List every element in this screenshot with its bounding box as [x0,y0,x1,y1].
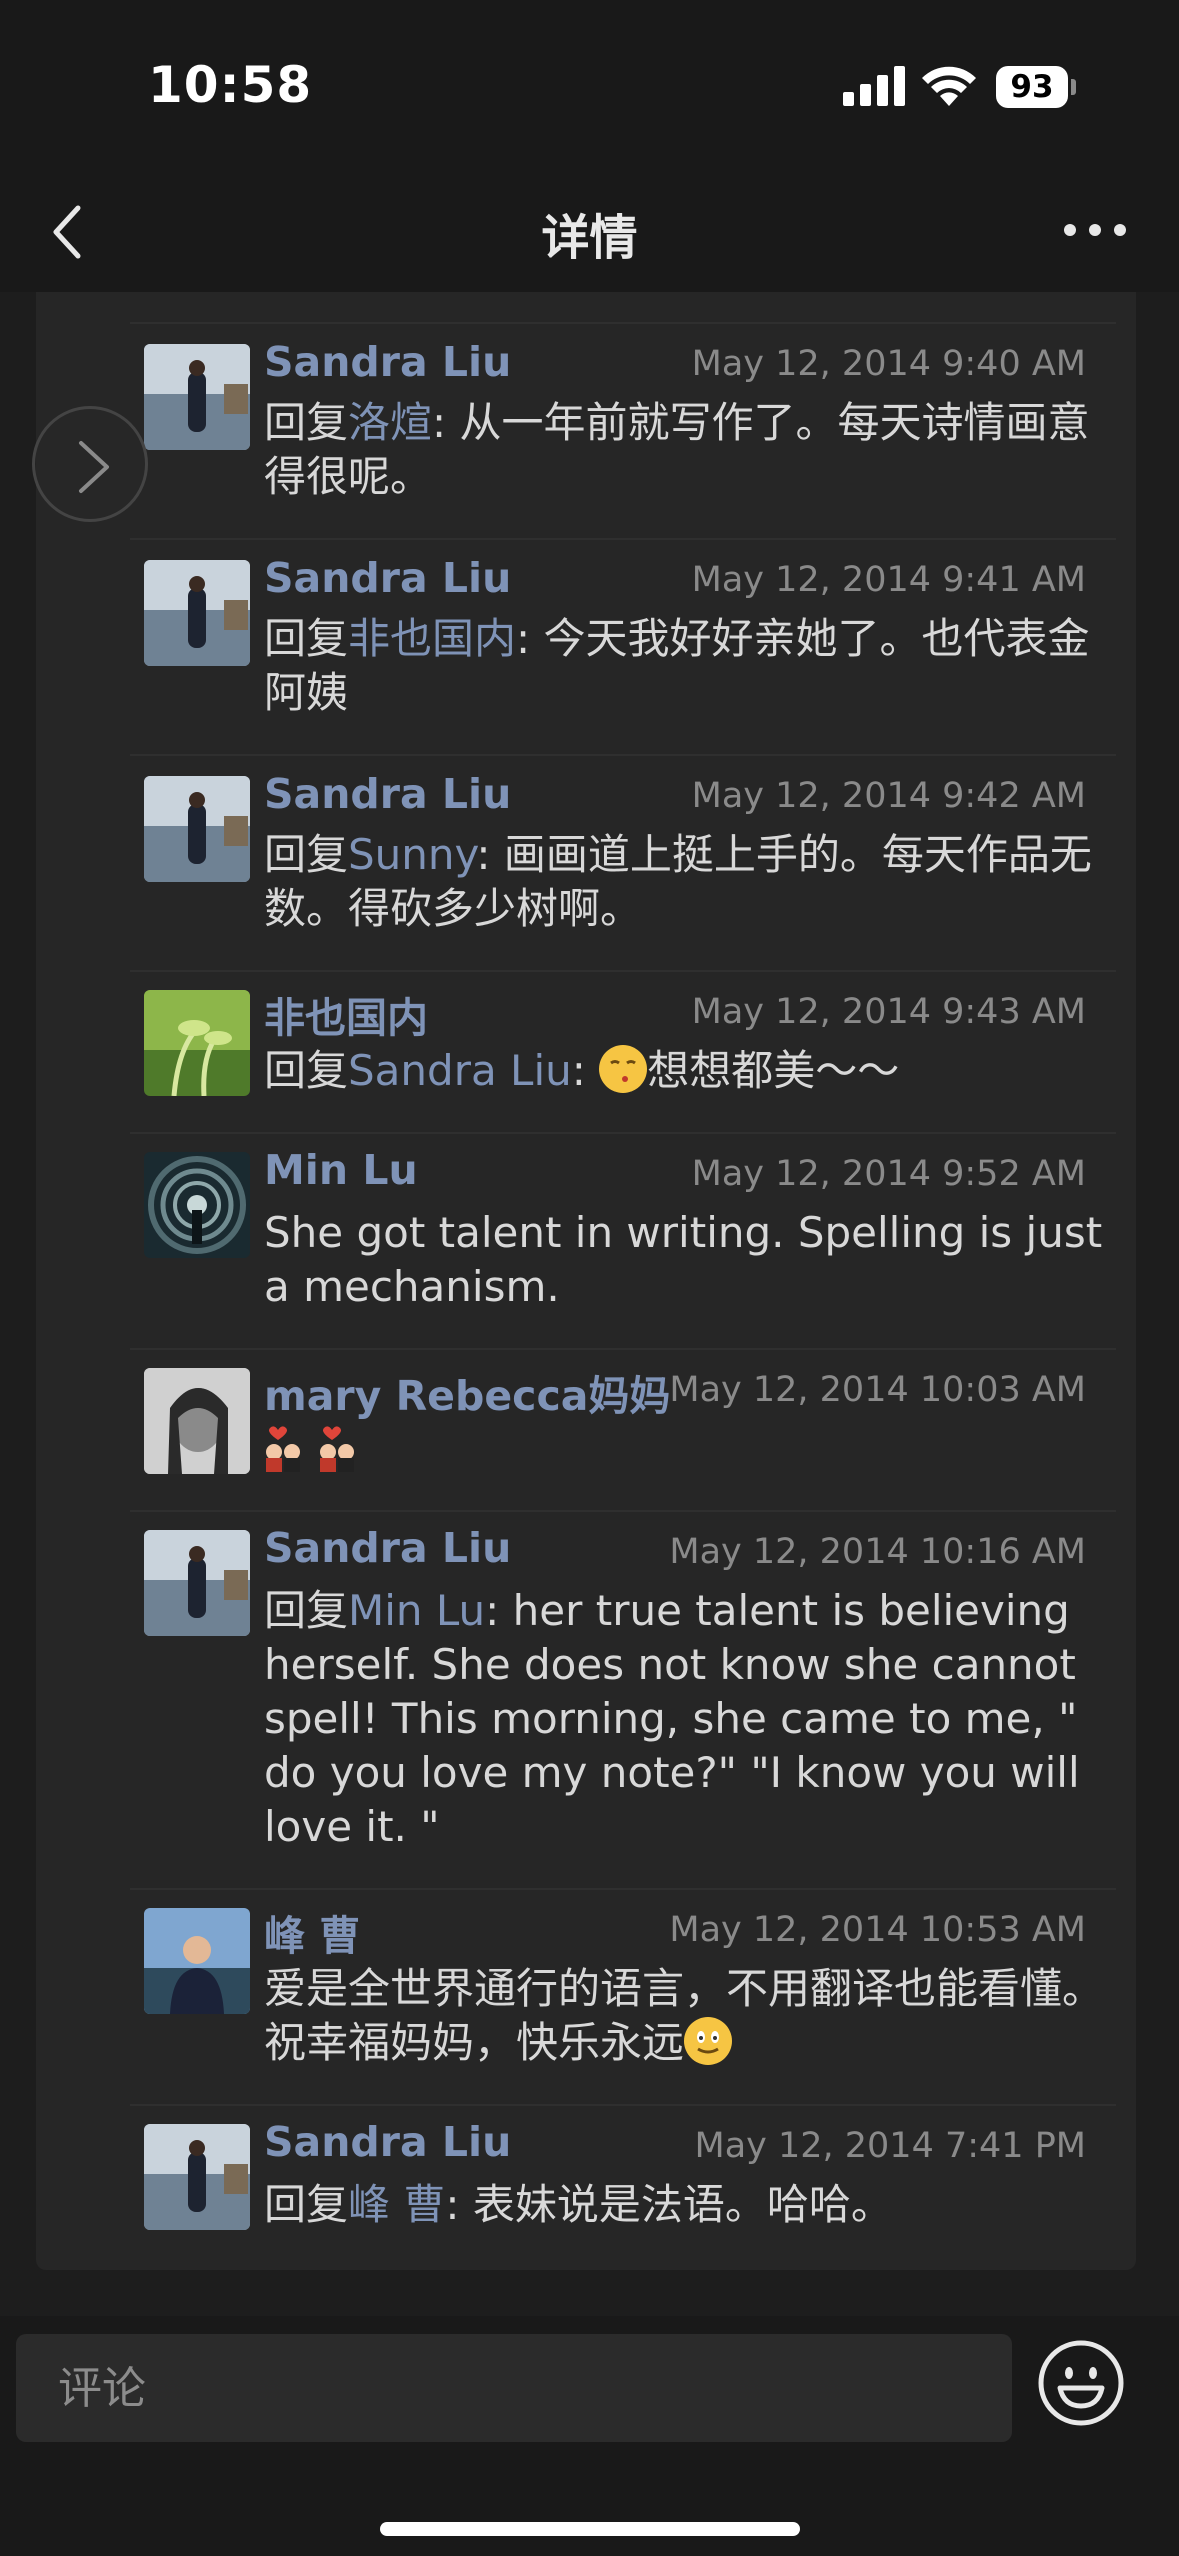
mention-link[interactable]: 洛煊 [348,398,432,447]
avatar-sprout[interactable] [144,990,250,1096]
more-options-icon[interactable] [1060,210,1130,250]
mention-link[interactable]: Sunny [348,830,476,879]
reply-prefix: 回复 [264,1586,349,1635]
reply-prefix: 回复 [264,398,349,447]
comment-author[interactable]: Sandra Liu [264,2118,511,2166]
comment-author[interactable]: 非也国内 [264,984,428,1044]
home-indicator [380,2522,800,2536]
comment-text: 回复峰 曹: 表妹说是法语。哈哈。 [264,2178,1116,2232]
battery-level: 93 [996,66,1068,108]
reply-prefix: 回复 [264,614,349,663]
battery-indicator: 93 [996,66,1076,108]
status-time: 10:58 [148,56,313,114]
comment-author[interactable]: Sandra Liu [264,1524,511,1572]
avatar-sandra[interactable] [144,344,250,450]
avatar-sandra[interactable] [144,776,250,882]
comment-text: 爱是全世界通行的语言，不用翻译也能看懂。祝幸福妈妈，快乐永远 [264,1962,1116,2070]
comment-item[interactable]: Sandra Liu May 12, 2014 9:40 AM 回复洛煊: 从一… [130,322,1116,538]
emoji-icon[interactable] [1036,2338,1126,2428]
comment-author[interactable]: Sandra Liu [264,554,511,602]
comment-item[interactable]: Sandra Liu May 12, 2014 9:42 AM 回复Sunny:… [130,754,1116,970]
expand-arrow-button[interactable] [32,406,148,522]
comment-time: May 12, 2014 9:42 AM [691,776,1086,816]
page-title: 详情 [541,210,638,266]
nav-bar: 详情 [0,170,1179,292]
mention-link[interactable]: 非也国内 [348,614,516,663]
mention-link[interactable]: 峰 曹 [348,2180,445,2229]
comment-author[interactable]: 峰 曹 [264,1902,360,1962]
reply-prefix: 回复 [264,830,349,879]
reply-prefix: 回复 [264,1046,349,1095]
comment-input-bar [0,2316,1179,2556]
comment-item[interactable]: 峰 曹 May 12, 2014 10:53 AM 爱是全世界通行的语言，不用翻… [130,1888,1116,2104]
comment-input[interactable] [16,2334,1012,2442]
comment-item[interactable]: mary Rebecca妈妈 May 12, 2014 10:03 AM [130,1348,1116,1510]
comment-time: May 12, 2014 9:40 AM [691,344,1086,384]
comment-text: 回复Sunny: 画画道上挺上手的。每天作品无数。得砍多少树啊。 [264,828,1116,936]
mention-link[interactable]: Sandra Liu [348,1046,572,1095]
comment-body: : 表妹说是法语。哈哈。 [445,2180,893,2229]
comment-time: May 12, 2014 9:41 AM [691,560,1086,600]
mention-link[interactable]: Min Lu [348,1586,485,1635]
comment-text: 回复Min Lu: her true talent is believing h… [264,1584,1116,1854]
kiss-emoji-icon [599,1045,648,1093]
comment-time: May 12, 2014 7:41 PM [694,2126,1087,2166]
comment-time: May 12, 2014 10:03 AM [669,1370,1086,1410]
comment-time: May 12, 2014 9:52 AM [691,1154,1086,1194]
avatar-sandra[interactable] [144,2124,250,2230]
comment-text: 回复非也国内: 今天我好好亲她了。也代表金阿姨 [264,612,1116,720]
status-bar: 10:58 93 [0,0,1179,170]
comment-author[interactable]: Min Lu [264,1146,418,1194]
comment-author[interactable]: mary Rebecca妈妈 [264,1362,670,1422]
couple-emoji-icon [264,1422,374,1472]
chevron-right-icon [79,441,109,493]
comment-time: May 12, 2014 10:53 AM [669,1910,1086,1950]
avatar-sandra[interactable] [144,560,250,666]
avatar-feng[interactable] [144,1908,250,2014]
comment-text: She got talent in writing. Spelling is j… [264,1208,1103,1311]
smile-emoji-icon [684,2017,733,2065]
comment-author[interactable]: Sandra Liu [264,770,511,818]
comment-text [264,1422,1116,1477]
comment-body-separator: : [571,1046,600,1095]
comment-author[interactable]: Sandra Liu [264,338,511,386]
comment-text: 回复洛煊: 从一年前就写作了。每天诗情画意得很呢。 [264,396,1116,504]
avatar-sandra[interactable] [144,1530,250,1636]
comment-time: May 12, 2014 9:43 AM [691,992,1086,1032]
comment-item[interactable]: 非也国内 May 12, 2014 9:43 AM 回复Sandra Liu: … [130,970,1116,1132]
comment-item[interactable]: Sandra Liu May 12, 2014 10:16 AM 回复Min L… [130,1510,1116,1888]
comment-time: May 12, 2014 10:16 AM [669,1532,1086,1572]
comment-feed[interactable]: Sandra Liu May 12, 2014 9:40 AM 回复洛煊: 从一… [0,292,1179,2316]
avatar-tunnel[interactable] [144,1152,250,1258]
reply-prefix: 回复 [264,2180,349,2229]
comment-text: 回复Sandra Liu: 想想都美～～ [264,1044,1116,1098]
wifi-icon [922,66,976,106]
comment-body: 想想都美～～ [647,1046,900,1095]
comment-item[interactable]: Sandra Liu May 12, 2014 7:41 PM 回复峰 曹: 表… [130,2104,1116,2266]
cellular-signal-icon [843,66,905,106]
comment-item[interactable]: Min Lu May 12, 2014 9:52 AM She got tale… [130,1132,1116,1348]
avatar-mary[interactable] [144,1368,250,1474]
battery-tip [1071,79,1076,95]
comment-item[interactable]: Sandra Liu May 12, 2014 9:41 AM 回复非也国内: … [130,538,1116,754]
